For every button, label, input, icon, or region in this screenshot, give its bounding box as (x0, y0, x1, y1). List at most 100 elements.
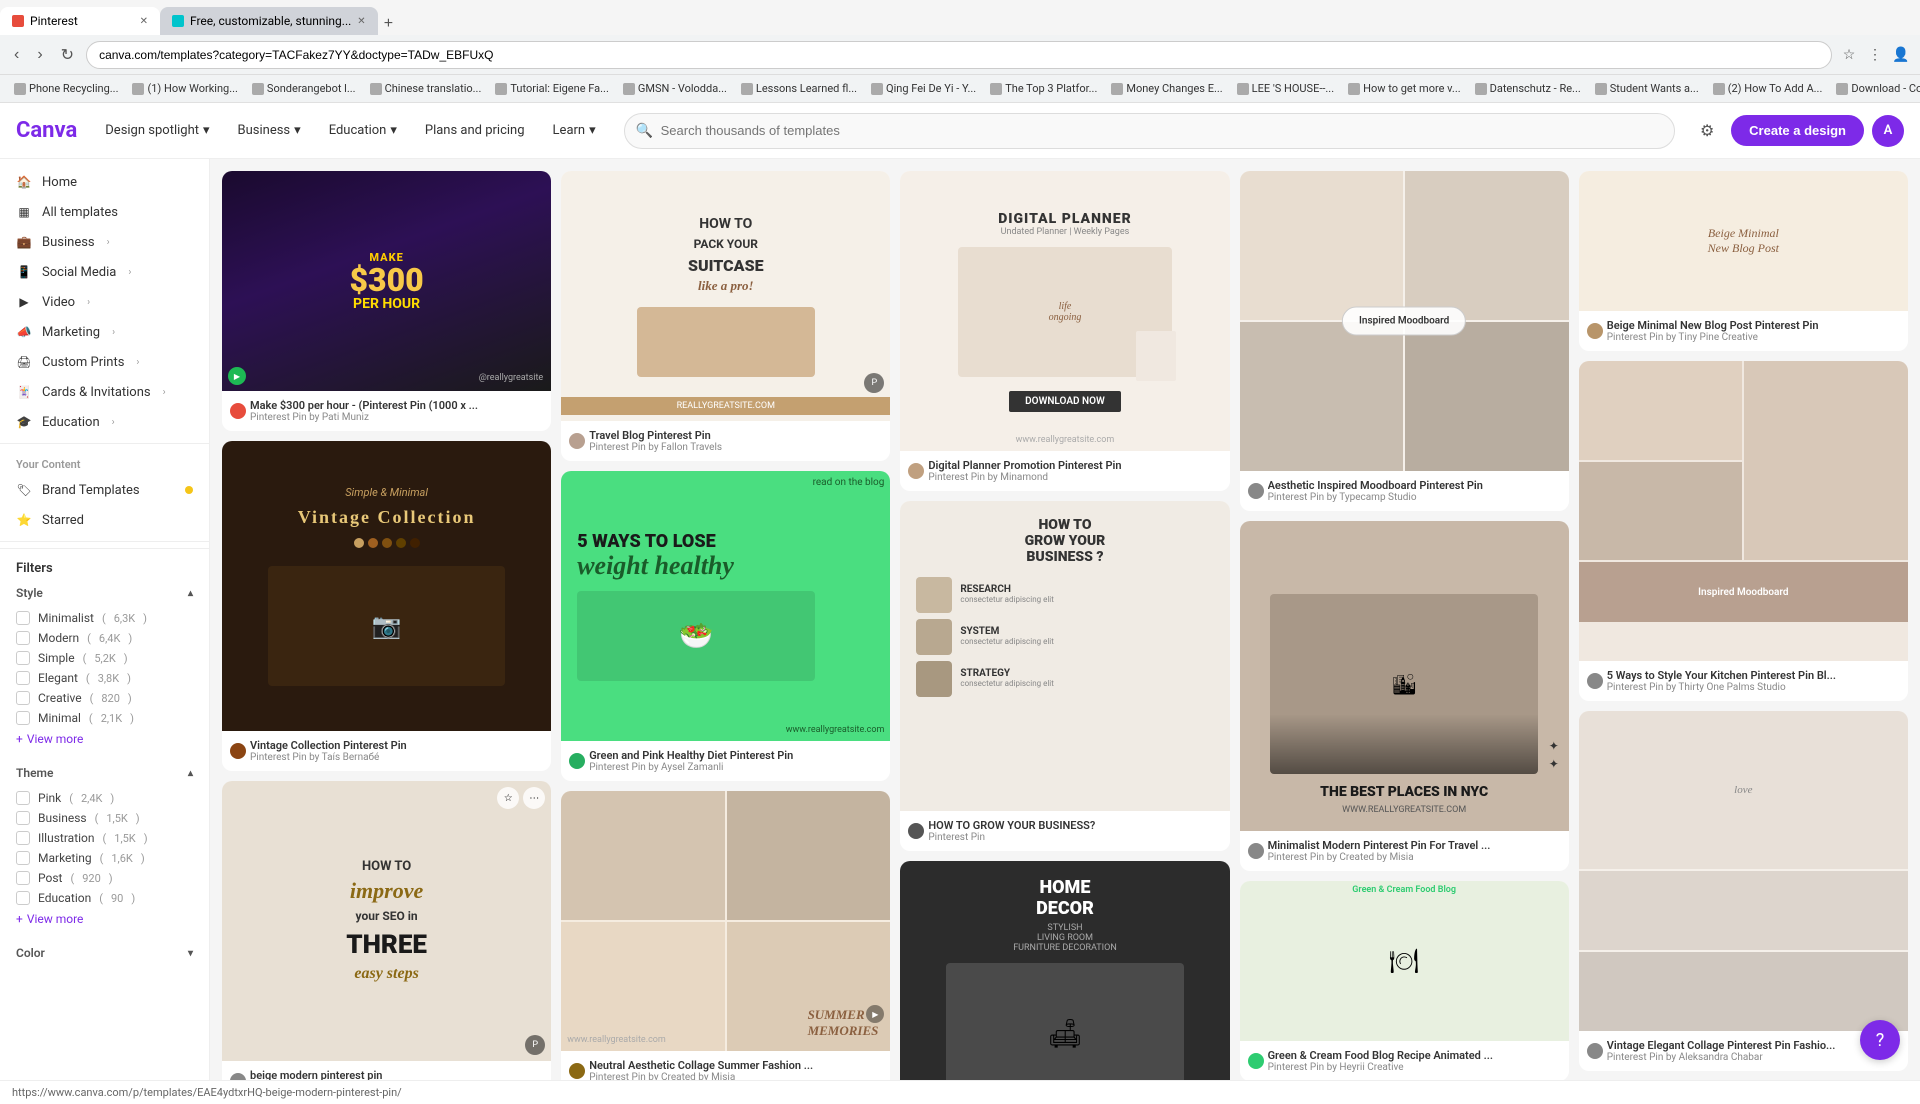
sidebar-item-custom-prints[interactable]: 🖨 Custom Prints › (0, 347, 209, 377)
template-item-healthy[interactable]: 5 WAYS TO LOSE weight healthy 🥗 www.real… (561, 471, 890, 781)
template-item-money[interactable]: MAKE $300 PER HOUR @reallygreatsite ▶ Ma… (222, 171, 551, 431)
checkbox-modern[interactable] (16, 631, 30, 645)
forward-button[interactable]: › (31, 42, 48, 68)
bookmark-how[interactable]: How to get more v... (1342, 80, 1467, 97)
create-design-button[interactable]: Create a design (1731, 115, 1864, 146)
bookmark-2howtoadd[interactable]: (2) How To Add A... (1707, 80, 1829, 97)
template-item-suitcase[interactable]: HOW TO PACK YOUR SUITCASE like a pro! RE… (561, 171, 890, 461)
template-item-kitchen[interactable]: Inspired Moodboard 5 Ways to Style Your … (1579, 361, 1908, 701)
bookmark-download[interactable]: Download - Cooki... (1830, 80, 1920, 97)
bookmark-chinese[interactable]: Chinese translatio... (364, 80, 488, 97)
bookmark-student[interactable]: Student Wants a... (1589, 80, 1705, 97)
filter-theme-education[interactable]: Education (90) (16, 888, 193, 908)
filter-theme-marketing[interactable]: Marketing (1,6K) (16, 848, 193, 868)
tab-pinterest[interactable]: Pinterest ✕ (0, 7, 160, 35)
new-tab-button[interactable]: + (378, 13, 399, 35)
tab-close-canva[interactable]: ✕ (357, 16, 365, 27)
menu-business[interactable]: Business ▾ (226, 117, 313, 144)
item-title-suitcase: Travel Blog Pinterest Pin (589, 429, 722, 442)
template-item-vintage[interactable]: Simple & Minimal Vintage Collection 📷 (222, 441, 551, 771)
template-item-blog[interactable]: Beige MinimalNew Blog Post Beige Minimal… (1579, 171, 1908, 351)
menu-learn[interactable]: Learn ▾ (541, 117, 608, 144)
sidebar-item-all-templates[interactable]: ▦ All templates (0, 197, 209, 227)
template-item-seo[interactable]: HOW TO improve your SEO in THREE easy st… (222, 781, 551, 1080)
checkbox-minimalist[interactable] (16, 611, 30, 625)
filter-elegant[interactable]: Elegant (3,8K) (16, 668, 193, 688)
bookmark-icon-toolbar[interactable]: ☆ (1838, 44, 1860, 66)
filter-post[interactable]: Post (920) (16, 868, 193, 888)
item-author-blog: Beige Minimal New Blog Post Pinterest Pi… (1587, 319, 1900, 343)
user-avatar[interactable]: A (1872, 115, 1904, 147)
author-avatar-11 (1248, 843, 1264, 859)
bookmark-favicon-7 (741, 83, 753, 95)
sidebar-item-home[interactable]: 🏠 Home (0, 167, 209, 197)
color-filter-title[interactable]: Color ▾ (16, 946, 193, 960)
sidebar-item-business[interactable]: 💼 Business › (0, 227, 209, 257)
filter-creative[interactable]: Creative (820) (16, 688, 193, 708)
help-button[interactable]: ? (1860, 1020, 1900, 1060)
bookmark-working[interactable]: (1) How Working... (126, 80, 243, 97)
sidebar-item-education[interactable]: 🎓 Education › (0, 407, 209, 437)
filter-theme-business[interactable]: Business (1,5K) (16, 808, 193, 828)
theme-filter-title[interactable]: Theme ▴ (16, 766, 193, 780)
filter-modern[interactable]: Modern (6,4K) (16, 628, 193, 648)
sidebar-item-cards-invitations[interactable]: 🃏 Cards & Invitations › (0, 377, 209, 407)
filter-minimal[interactable]: Minimal (2,1K) (16, 708, 193, 728)
bookmark-money[interactable]: Money Changes E... (1105, 80, 1228, 97)
sidebar-item-social-media[interactable]: 📱 Social Media › (0, 257, 209, 287)
bookmark-qing[interactable]: Qing Fei De Yi - Y... (865, 80, 982, 97)
menu-education[interactable]: Education ▾ (317, 117, 409, 144)
checkbox-minimal[interactable] (16, 711, 30, 725)
checkbox-post[interactable] (16, 871, 30, 885)
tab-canva[interactable]: Free, customizable, stunning... ✕ (160, 7, 378, 35)
template-item-digital[interactable]: DIGITAL PLANNER Undated Planner | Weekly… (900, 171, 1229, 491)
menu-design-spotlight[interactable]: Design spotlight ▾ (93, 117, 221, 144)
view-more-style[interactable]: + View more (16, 728, 193, 750)
style-filter-title[interactable]: Style ▴ (16, 586, 193, 600)
address-bar[interactable] (86, 41, 1832, 69)
checkbox-theme-marketing[interactable] (16, 851, 30, 865)
bookmark-sonder[interactable]: Sonderangebot l... (246, 80, 362, 97)
settings-icon[interactable]: ⋮ (1864, 44, 1886, 66)
filter-simple[interactable]: Simple (5,2K) (16, 648, 193, 668)
back-button[interactable]: ‹ (8, 42, 25, 68)
template-item-business-grow[interactable]: HOW TOGROW YOURBUSINESS ? RESEARCH conse… (900, 501, 1229, 851)
settings-button[interactable]: ⚙ (1691, 115, 1723, 147)
filter-illustration[interactable]: Illustration (1,5K) (16, 828, 193, 848)
sidebar-item-starred[interactable]: ⭐ Starred (0, 505, 209, 535)
view-more-theme[interactable]: + View more (16, 908, 193, 930)
menu-plans-pricing[interactable]: Plans and pricing (413, 117, 537, 144)
bookmark-gmsn[interactable]: GMSN - Volodda... (617, 80, 733, 97)
bookmark-phone[interactable]: Phone Recycling... (8, 80, 124, 97)
canva-logo[interactable]: Canva (16, 118, 77, 143)
item-subtitle-money: Pinterest Pin by Pati Muniz (250, 412, 478, 423)
user-account-icon[interactable]: 👤 (1890, 44, 1912, 66)
template-item-home-decor[interactable]: HOMEDECOR STYLISHLIVING ROOMFURNITURE DE… (900, 861, 1229, 1080)
reload-button[interactable]: ↻ (55, 41, 80, 69)
template-item-moodboard[interactable]: Inspired Moodboard Aesthetic Inspired Mo… (1240, 171, 1569, 511)
sidebar-item-brand-templates[interactable]: 🏷 Brand Templates (0, 475, 209, 505)
sidebar-item-video[interactable]: ▶ Video › (0, 287, 209, 317)
filter-minimalist[interactable]: Minimalist (6,3K) (16, 608, 193, 628)
bookmark-top3[interactable]: The Top 3 Platfor... (984, 80, 1103, 97)
count-minimal-close: ) (130, 712, 134, 725)
checkbox-pink[interactable] (16, 791, 30, 805)
bookmark-datenschutz[interactable]: Datenschutz - Re... (1469, 80, 1587, 97)
sidebar-item-marketing[interactable]: 📣 Marketing › (0, 317, 209, 347)
checkbox-simple[interactable] (16, 651, 30, 665)
checkbox-creative[interactable] (16, 691, 30, 705)
bookmark-tutorial[interactable]: Tutorial: Eigene Fa... (489, 80, 615, 97)
template-item-summer[interactable]: SUMMERMEMORIES www.reallygreatsite.com ▶… (561, 791, 890, 1080)
checkbox-illustration[interactable] (16, 831, 30, 845)
checkbox-elegant[interactable] (16, 671, 30, 685)
template-item-collage[interactable]: love Vintage Elegant Collage Pinterest P… (1579, 711, 1908, 1071)
checkbox-theme-business[interactable] (16, 811, 30, 825)
bookmark-lee[interactable]: LEE 'S HOUSE--... (1231, 80, 1340, 97)
tab-close-pinterest[interactable]: ✕ (140, 16, 148, 27)
bookmark-lessons[interactable]: Lessons Learned fl... (735, 80, 863, 97)
template-item-recipe[interactable]: 🍽 Green & Cream Food Blog Green & Cream … (1240, 881, 1569, 1080)
template-item-nyc[interactable]: 🏙 THE BEST PLACES IN NYC WWW.REALLYGREAT… (1240, 521, 1569, 871)
filter-pink[interactable]: Pink (2,4K) (16, 788, 193, 808)
search-input[interactable] (624, 113, 1676, 149)
checkbox-theme-education[interactable] (16, 891, 30, 905)
